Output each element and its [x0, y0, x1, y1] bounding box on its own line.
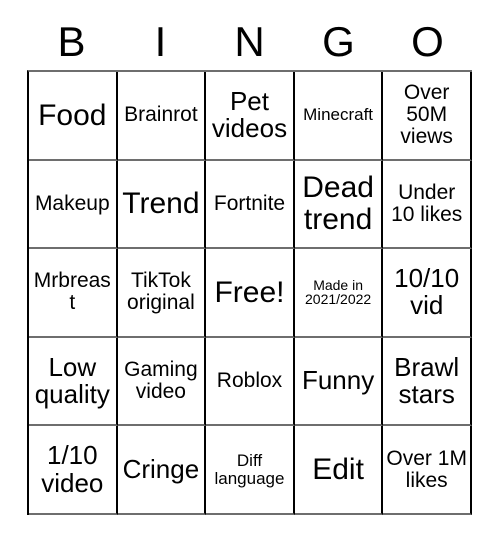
bingo-header-row: B I N G O — [27, 14, 472, 70]
bingo-cell-r4c4[interactable]: Funny — [294, 337, 384, 427]
bingo-cell-label: Food — [38, 98, 107, 132]
bingo-cell-label: Brawl stars — [394, 351, 460, 410]
bingo-cell-r5c4[interactable]: Edit — [294, 426, 384, 515]
bingo-cell-r4c2[interactable]: Gaming video — [117, 337, 207, 427]
bingo-cell-label: Diff language — [214, 450, 285, 488]
bingo-cell-r2c3[interactable]: Fortnite — [206, 160, 295, 250]
bingo-cell-r2c2[interactable]: Trend — [117, 160, 207, 250]
bingo-cell-r3c1[interactable]: Mrbreast — [29, 249, 118, 338]
bingo-cell-r4c1[interactable]: Low quality — [29, 337, 118, 427]
bingo-cell-r2c5[interactable]: Under 10 likes — [383, 160, 472, 250]
bingo-cell-r1c2[interactable]: Brainrot — [117, 72, 207, 161]
bingo-cell-label: Over 50M views — [400, 81, 453, 149]
bingo-cell-r5c2[interactable]: Cringe — [117, 426, 207, 515]
bingo-cell-label: Mrbreast — [33, 269, 111, 315]
bingo-cell-label: Trend — [122, 187, 200, 221]
bingo-cell-r1c3[interactable]: Pet videos — [206, 72, 295, 161]
bingo-header-letter-n: N — [234, 18, 265, 65]
bingo-cell-label: Under 10 likes — [391, 180, 463, 226]
bingo-cell-label: Free! — [214, 275, 285, 309]
bingo-cell-r3c2[interactable]: TikTok original — [117, 249, 207, 338]
bingo-cell-r4c3[interactable]: Roblox — [206, 337, 295, 427]
bingo-cell-label: Brainrot — [124, 103, 198, 127]
bingo-cell-label: Roblox — [216, 369, 283, 393]
bingo-cell-label: Low quality — [34, 351, 110, 410]
bingo-cell-r5c1[interactable]: 1/10 video — [29, 426, 118, 515]
bingo-grid: Food Brainrot Pet videos Minecraft Over 50M … — [27, 70, 472, 515]
bingo-cell-r3c4[interactable]: Made in 2021/2022 — [294, 249, 384, 338]
bingo-cell-r2c1[interactable]: Makeup — [29, 160, 118, 250]
bingo-cell-r3c5[interactable]: 10/10 vid — [383, 249, 472, 338]
bingo-header-letter-o: O — [411, 18, 444, 65]
bingo-cell-label: Gaming video — [124, 358, 198, 404]
bingo-cell-label: Pet videos — [211, 86, 288, 144]
bingo-cell-label: Made in 2021/2022 — [305, 276, 372, 308]
bingo-header-letter-i: I — [154, 18, 167, 65]
bingo-cell-label: Dead trend — [302, 171, 374, 236]
bingo-cell-r5c3[interactable]: Diff language — [206, 426, 295, 515]
bingo-cell-r1c5[interactable]: Over 50M views — [383, 72, 472, 161]
bingo-cell-label: 10/10 vid — [394, 263, 460, 321]
bingo-cell-label: Edit — [312, 452, 364, 486]
bingo-header-letter-b: B — [57, 18, 86, 65]
bingo-cell-r5c5[interactable]: Over 1M likes — [383, 426, 472, 515]
bingo-cell-label: Makeup — [34, 191, 110, 215]
bingo-card: B I N G O Food Brainrot Pet videos Minecraf… — [0, 0, 500, 544]
bingo-cell-label: Over 1M likes — [386, 446, 467, 492]
bingo-header-letter-g: G — [322, 18, 355, 65]
bingo-cell-r4c5[interactable]: Brawl stars — [383, 337, 472, 427]
bingo-cell-label: Cringe — [122, 454, 200, 485]
bingo-cell-r1c1[interactable]: Food — [29, 72, 118, 161]
bingo-cell-label: Funny — [301, 365, 375, 396]
bingo-cell-r1c4[interactable]: Minecraft — [294, 72, 384, 161]
bingo-cell-label: Fortnite — [213, 191, 286, 215]
bingo-cell-r2c4[interactable]: Dead trend — [294, 160, 384, 250]
bingo-cell-label: 1/10 video — [41, 440, 104, 498]
bingo-cell-r3c3[interactable]: Free! — [206, 249, 295, 338]
bingo-cell-label: TikTok original — [127, 269, 195, 315]
bingo-cell-label: Minecraft — [303, 105, 374, 125]
